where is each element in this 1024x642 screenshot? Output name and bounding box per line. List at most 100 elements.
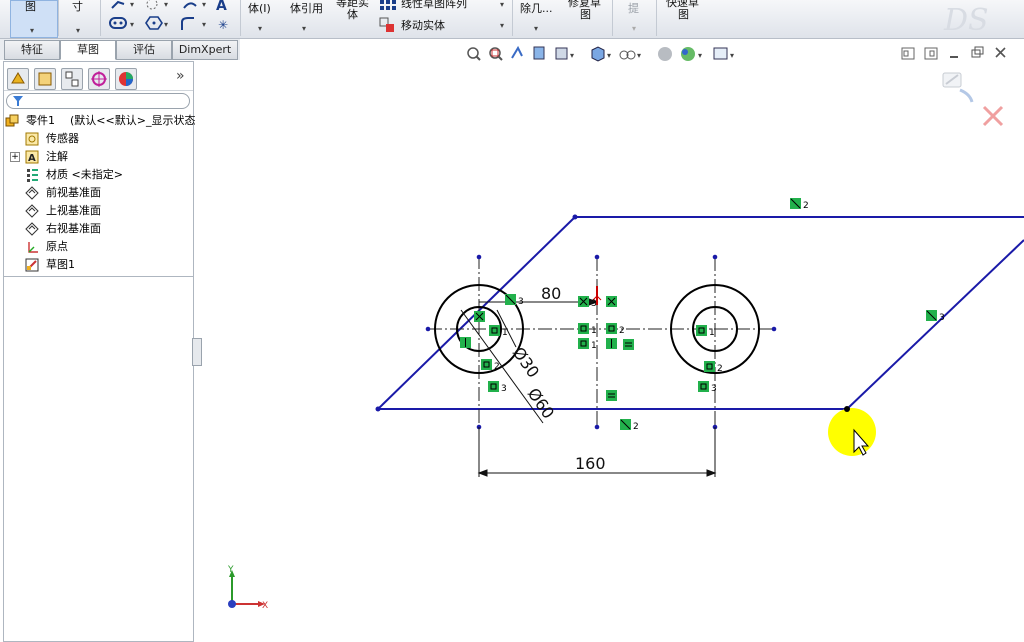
relation-badge-icon: [481, 359, 492, 370]
hide-show-items-icon[interactable]: ▾: [619, 50, 641, 60]
zoom-to-area-icon[interactable]: [489, 47, 503, 61]
relation-number: 3: [939, 313, 945, 323]
fillet-tool-icon[interactable]: [181, 17, 194, 30]
display-style-icon[interactable]: ▾: [591, 46, 611, 62]
selected-vertex: [844, 406, 850, 412]
dropdown-arrow-icon[interactable]: ▾: [76, 26, 80, 35]
entity-reference-label[interactable]: 体引用: [290, 3, 323, 14]
expand-toggle-icon[interactable]: +: [10, 152, 20, 162]
dropdown-arrow-icon[interactable]: ▾: [500, 21, 504, 30]
dimension-160-text: 160: [575, 454, 606, 473]
sketch-icon: [25, 258, 39, 272]
close-icon[interactable]: [995, 47, 1006, 58]
plane-icon: [25, 222, 39, 236]
material-icon: [27, 169, 38, 182]
relation-badge-icon: [606, 390, 617, 401]
tab-sketch[interactable]: 草图: [60, 40, 116, 60]
tree-root-part[interactable]: 零件1 (默认<<默认>_显示状态: [4, 112, 195, 130]
linear-pattern-label[interactable]: 线性草图阵列: [401, 0, 467, 9]
y-axis-label: Y: [227, 565, 234, 575]
dropdown-arrow-icon: ▾: [632, 24, 637, 33]
dropdown-arrow-icon[interactable]: ▾: [500, 0, 504, 9]
spline-tool-icon[interactable]: [183, 2, 197, 9]
relation-number: 1: [709, 328, 715, 338]
cancel-sketch-icon[interactable]: [982, 105, 1004, 127]
dropdown-arrow-icon[interactable]: ▾: [534, 24, 538, 33]
svg-text:▾: ▾: [202, 0, 206, 9]
feature-manager-panel: » 零件1 (默认<<默认>_显示状态 传感器 + A 注解材质 <未指定> 前视基准面…: [3, 61, 195, 642]
point-tool-icon[interactable]: [146, 0, 158, 10]
dropdown-arrow-icon[interactable]: ▾: [302, 24, 306, 33]
repair-sketch-label-1[interactable]: 修复草: [568, 0, 601, 8]
tab-dimxpert[interactable]: DimXpert: [172, 40, 238, 60]
delete-relations-label[interactable]: 除几...: [520, 3, 553, 14]
heads-up-view-toolbar: ▾ ▾ ▾ ▾ ▾: [467, 45, 734, 62]
tree-item-label: 前视基准面: [46, 186, 101, 199]
move-entities-label[interactable]: 移动实体: [401, 20, 445, 31]
previous-view-icon[interactable]: [511, 45, 523, 59]
tree-item-label: 材质 <未指定>: [46, 168, 123, 181]
text-tool-icon[interactable]: A: [216, 0, 227, 14]
zoom-to-fit-icon[interactable]: [467, 47, 481, 61]
relation-badge-icon: [704, 361, 715, 372]
linear-pattern-icon: [380, 0, 396, 10]
line-tool-icon[interactable]: [111, 0, 125, 9]
x-axis-label: X: [262, 601, 268, 611]
section-view-icon[interactable]: [533, 46, 545, 60]
relation-number: 3: [518, 297, 524, 307]
rapid-sketch-label-1[interactable]: 快速草: [666, 0, 699, 8]
relation-number: 2: [619, 326, 625, 336]
dropdown-arrow-icon[interactable]: ▾: [258, 24, 262, 33]
tree-item[interactable]: 材质 <未指定>: [4, 166, 193, 184]
tree-item[interactable]: 传感器: [4, 130, 193, 148]
tree-item[interactable]: 前视基准面: [4, 184, 193, 202]
offset-entities-label-2[interactable]: 体: [347, 9, 358, 20]
panel-collapse-handle[interactable]: [192, 338, 202, 366]
tree-item[interactable]: 右视基准面: [4, 220, 193, 238]
tile-icon[interactable]: [901, 47, 915, 60]
tree-item[interactable]: 上视基准面: [4, 202, 193, 220]
restore-icon[interactable]: [971, 46, 984, 58]
svg-text:▾: ▾: [164, 0, 168, 9]
rapid-sketch-label-2[interactable]: 图: [678, 9, 689, 20]
panel-divider: [4, 276, 193, 277]
tab-features[interactable]: 特征: [4, 40, 60, 60]
relation-badge-icon: [460, 337, 471, 348]
right-inner-circle: [692, 306, 738, 352]
property-manager-tab-icon[interactable]: [34, 68, 56, 90]
polygon-tool-icon[interactable]: [145, 16, 163, 30]
edit-appearance-icon[interactable]: [658, 47, 672, 61]
relation-number: 2: [803, 201, 809, 211]
smart-dimension-label[interactable]: 寸: [72, 1, 83, 12]
sketch-point-icon[interactable]: ✳: [218, 18, 228, 32]
more-tabs-chevron-icon[interactable]: »: [176, 68, 185, 84]
feature-manager-tab-icon[interactable]: [7, 68, 29, 90]
dimxpert-manager-tab-icon[interactable]: [88, 68, 110, 90]
repair-sketch-label-2[interactable]: 图: [580, 9, 591, 20]
relation-badge-icon: [488, 381, 499, 392]
view-settings-icon[interactable]: ▾: [713, 47, 734, 60]
relation-number: 2: [717, 364, 723, 374]
tree-item-label: 注解: [46, 150, 68, 163]
slot-tool-icon[interactable]: [109, 17, 127, 29]
view-orientation-icon[interactable]: ▾: [555, 47, 574, 60]
apply-scene-icon[interactable]: ▾: [681, 47, 702, 61]
relation-badge-icon: [578, 323, 589, 334]
exit-sketch-icon[interactable]: [942, 72, 974, 103]
split-icon[interactable]: [924, 47, 938, 60]
relation-badge-icon: [489, 325, 500, 336]
tree-item[interactable]: + A 注解: [4, 148, 193, 166]
dropdown-arrow-icon[interactable]: ▾: [30, 26, 34, 35]
relation-badge-icon: [606, 296, 617, 307]
offset-entities-label-1[interactable]: 等距实: [336, 0, 369, 8]
convert-entities-label[interactable]: 体(I): [248, 3, 271, 14]
tree-item-label: 原点: [46, 240, 68, 253]
tree-filter-input[interactable]: [6, 93, 190, 109]
display-manager-tab-icon[interactable]: [115, 68, 137, 90]
tab-evaluate[interactable]: 评估: [116, 40, 172, 60]
dimension-80-text: 80: [541, 284, 561, 303]
filter-icon: [13, 96, 23, 106]
configuration-manager-tab-icon[interactable]: [61, 68, 83, 90]
tree-item[interactable]: 草图1: [4, 256, 193, 274]
tree-item[interactable]: 原点: [4, 238, 193, 256]
